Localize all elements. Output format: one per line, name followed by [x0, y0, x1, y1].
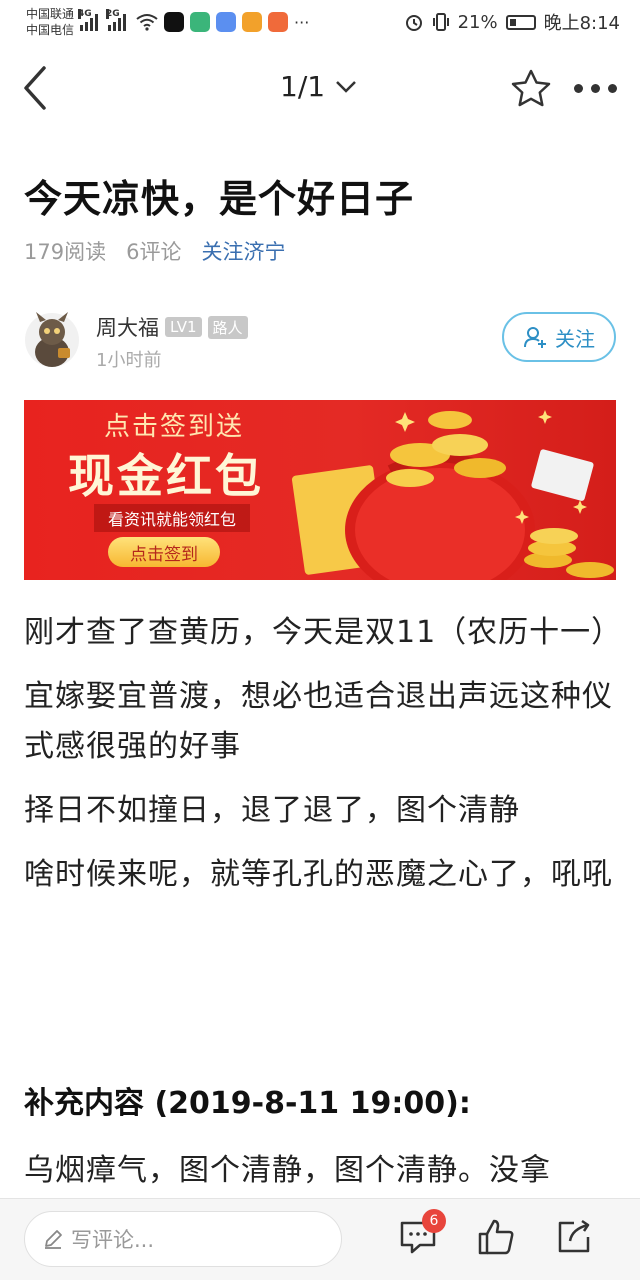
- comment-count-badge: 6: [422, 1209, 446, 1233]
- page-indicator: 1/1: [280, 70, 326, 103]
- vibrate-icon: [432, 13, 449, 31]
- bottom-action-bar: 写评论... 6: [0, 1198, 640, 1280]
- thumbs-up-icon: [478, 1219, 514, 1255]
- status-bar: 中国联通 中国电信 4G 2G ··· 21% 晚上8:14: [0, 0, 640, 44]
- status-right: 21% 晚上8:14: [404, 9, 620, 35]
- body-paragraph: 宜嫁娶宜普渡，想必也适合退出声远这种仪式感很强的好事: [24, 679, 613, 764]
- browser-app-icon: [216, 12, 237, 32]
- supplement-text: 乌烟瘴气，图个清静，图个清静。没拿: [24, 1153, 551, 1188]
- banner-caption: 看资讯就能领红包: [94, 504, 251, 532]
- like-button[interactable]: [476, 1217, 520, 1261]
- level-badge: LV1: [165, 317, 202, 337]
- carrier-2: 中国电信: [26, 23, 75, 37]
- author-avatar[interactable]: [24, 310, 80, 370]
- signal-1-icon: 4G: [78, 9, 99, 31]
- banner-title: 现金红包: [68, 449, 264, 503]
- follow-button-label: 关注: [555, 326, 595, 351]
- play-app-icon: [268, 12, 289, 32]
- follow-button[interactable]: 关注: [502, 312, 616, 362]
- tiktok-app-icon: [164, 12, 185, 32]
- comment-count-text: 6评论: [126, 240, 182, 264]
- author-row: 周大福 LV1 路人 1小时前 关注: [24, 306, 616, 376]
- follow-topic-link[interactable]: 关注济宁: [201, 236, 285, 266]
- clock: 晚上8:14: [543, 13, 620, 34]
- signal-2-icon: 2G: [106, 9, 127, 31]
- post-time: 1小时前: [96, 350, 162, 371]
- author-name-line: 周大福 LV1 路人: [96, 312, 248, 342]
- carrier-1: 中国联通: [26, 7, 75, 21]
- article-title: 今天凉快，是个好日子: [24, 177, 415, 221]
- more-options-icon[interactable]: [574, 74, 622, 102]
- article-body: 刚才查了查黄历，今天是双11（农历十一） 宜嫁娶宜普渡，想必也适合退出声远这种仪…: [24, 608, 623, 914]
- add-user-icon: [524, 327, 546, 348]
- top-nav-bar: 1/1: [0, 48, 640, 128]
- body-paragraph: 啥时候来呢，就等孔孔的恶魔之心了，吼吼: [24, 857, 613, 892]
- article-meta: 179阅读 6评论 关注济宁: [24, 236, 285, 266]
- share-button[interactable]: [554, 1217, 598, 1261]
- video-app-icon: [190, 12, 211, 32]
- comment-placeholder: 写评论...: [71, 1228, 155, 1252]
- battery-icon: [505, 14, 536, 30]
- comments-button[interactable]: 6: [398, 1209, 446, 1261]
- page-selector[interactable]: 1/1: [280, 70, 357, 103]
- body-paragraph: 刚才查了查黄历，今天是双11（农历十一）: [24, 615, 623, 650]
- more-notifications-icon: ···: [294, 12, 310, 32]
- alarm-icon: [405, 15, 422, 31]
- back-arrow-icon[interactable]: [18, 64, 58, 112]
- carrier-labels: 中国联通 中国电信: [26, 6, 74, 38]
- notification-icons: ···: [136, 12, 309, 32]
- supplement-heading: 补充内容 (2019-8-11 19:00):: [24, 1086, 471, 1121]
- battery-percent: 21%: [457, 11, 498, 33]
- author-name[interactable]: 周大福: [96, 312, 159, 342]
- signin-banner[interactable]: 点击签到送 现金红包 看资讯就能领红包 点击签到: [24, 400, 616, 580]
- comment-input[interactable]: 写评论...: [24, 1211, 342, 1267]
- red-envelope-illustration: [291, 410, 614, 580]
- body-paragraph: 择日不如撞日，退了退了，图个清静: [24, 793, 520, 828]
- chevron-down-icon: [336, 80, 356, 93]
- pencil-icon: [45, 1230, 62, 1249]
- game-app-icon: [242, 12, 263, 32]
- share-icon: [558, 1219, 590, 1253]
- read-count: 179阅读: [24, 240, 107, 264]
- favorite-star-icon[interactable]: [510, 68, 552, 108]
- banner-subtitle: 点击签到送: [104, 412, 245, 442]
- banner-signin-button[interactable]: 点击签到: [108, 537, 220, 567]
- wifi-icon: [136, 14, 158, 31]
- role-badge: 路人: [207, 315, 248, 339]
